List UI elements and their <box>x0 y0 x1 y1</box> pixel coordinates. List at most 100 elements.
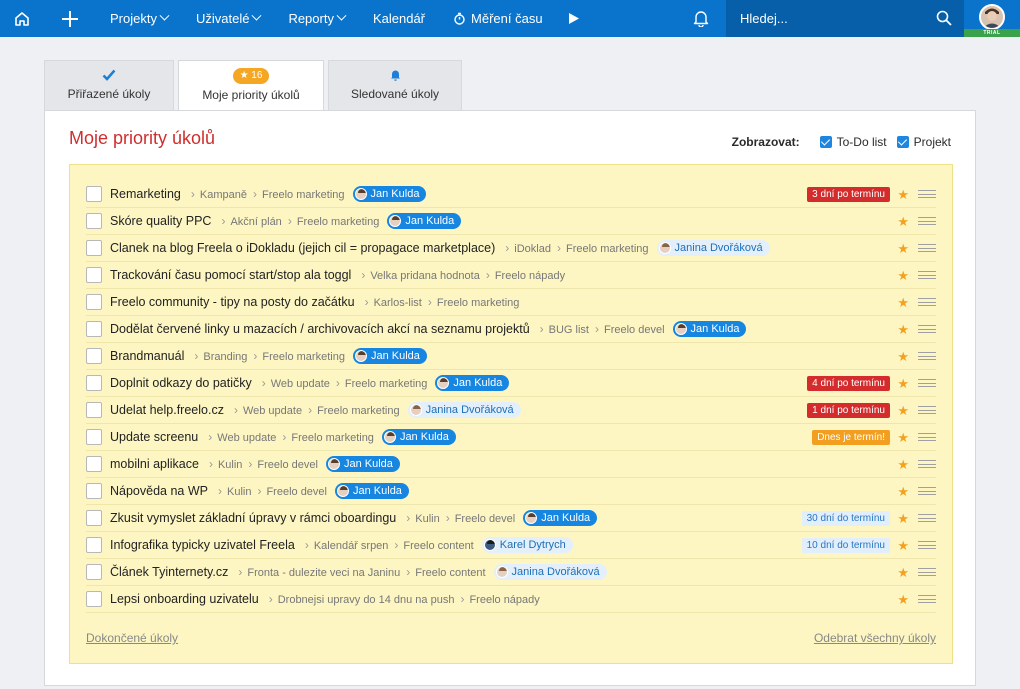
task-name-link[interactable]: Clanek na blog Freela o iDokladu (jejich… <box>110 241 495 255</box>
assignee-badge[interactable]: Janina Dvořáková <box>493 564 607 580</box>
task-name-link[interactable]: Brandmanuál <box>110 349 184 363</box>
task-list-link[interactable]: Web update <box>262 376 330 390</box>
task-list-link[interactable]: Akční plán <box>221 214 281 228</box>
task-row[interactable]: Freelo community - tipy na posty do začá… <box>86 289 936 316</box>
task-name-link[interactable]: Trackování času pomocí start/stop ala to… <box>110 268 351 282</box>
task-name-link[interactable]: mobilni aplikace <box>110 457 199 471</box>
task-row[interactable]: Nápověda na WP Kulin Freelo devel Jan Kulda… <box>86 478 936 505</box>
task-name-link[interactable]: Zkusit vymyslet základní úpravy v rámci … <box>110 511 396 525</box>
task-project-link[interactable]: Freelo nápady <box>460 592 539 606</box>
priority-star-icon[interactable]: ★ <box>897 377 909 390</box>
task-list-link[interactable]: Web update <box>208 430 276 444</box>
task-row[interactable]: Trackování času pomocí start/stop ala to… <box>86 262 936 289</box>
task-list-link[interactable]: Kulin <box>406 511 439 525</box>
home-icon[interactable] <box>0 0 44 37</box>
drag-handle-icon[interactable] <box>918 541 936 549</box>
task-complete-checkbox[interactable] <box>86 510 102 526</box>
task-row[interactable]: Update screenu Web update Freelo marketing… <box>86 424 936 451</box>
task-row[interactable]: Lepsi onboarding uzivatelu Drobnejsi upra… <box>86 586 936 613</box>
task-list-link[interactable]: Fronta - dulezite veci na Janinu <box>238 565 400 579</box>
task-complete-checkbox[interactable] <box>86 375 102 391</box>
task-project-link[interactable]: Freelo devel <box>257 484 327 498</box>
assignee-badge[interactable]: Karel Dytrych <box>481 537 573 553</box>
task-complete-checkbox[interactable] <box>86 213 102 229</box>
task-row[interactable]: Dodělat červené linky u mazacích / archi… <box>86 316 936 343</box>
task-project-link[interactable]: Freelo marketing <box>308 403 400 417</box>
task-complete-checkbox[interactable] <box>86 186 102 202</box>
task-complete-checkbox[interactable] <box>86 537 102 553</box>
task-name-link[interactable]: Infografika typicky uzivatel Freela <box>110 538 295 552</box>
task-row[interactable]: Infografika typicky uzivatel Freela Kalen… <box>86 532 936 559</box>
task-list-link[interactable]: Web update <box>234 403 302 417</box>
task-name-link[interactable]: Nápověda na WP <box>110 484 208 498</box>
task-name-link[interactable]: Článek Tyinternety.cz <box>110 565 228 579</box>
task-list-link[interactable]: Branding <box>194 349 247 363</box>
checkbox-checked-icon[interactable] <box>819 136 832 148</box>
tab-watched-tasks[interactable]: Sledované úkoly <box>328 60 462 110</box>
task-list-link[interactable]: iDoklad <box>505 241 551 255</box>
drag-handle-icon[interactable] <box>918 325 936 333</box>
assignee-badge[interactable]: Jan Kulda <box>387 213 462 229</box>
assignee-badge[interactable]: Jan Kulda <box>672 321 747 337</box>
task-list-link[interactable]: BUG list <box>540 322 589 336</box>
task-list-link[interactable]: Velka pridana hodnota <box>361 268 479 282</box>
task-row[interactable]: Brandmanuál Branding Freelo marketing Jan K… <box>86 343 936 370</box>
bell-icon[interactable] <box>676 0 726 37</box>
task-row[interactable]: Zkusit vymyslet základní úpravy v rámci … <box>86 505 936 532</box>
show-todo-checkbox[interactable]: To-Do list <box>819 135 887 149</box>
priority-star-icon[interactable]: ★ <box>897 458 909 471</box>
show-project-checkbox[interactable]: Projekt <box>896 135 951 149</box>
drag-handle-icon[interactable] <box>918 406 936 414</box>
task-list-link[interactable]: Drobnejsi upravy do 14 dnu na push <box>269 592 455 606</box>
priority-star-icon[interactable]: ★ <box>897 404 909 417</box>
task-project-link[interactable]: Freelo content <box>394 538 473 552</box>
task-list-link[interactable]: Kulin <box>218 484 251 498</box>
task-project-link[interactable]: Freelo devel <box>595 322 665 336</box>
tab-my-priorities[interactable]: ★ 16 Moje priority úkolů <box>178 60 324 111</box>
task-complete-checkbox[interactable] <box>86 591 102 607</box>
task-project-link[interactable]: Freelo marketing <box>336 376 428 390</box>
assignee-badge[interactable]: Jan Kulda <box>381 429 456 445</box>
search-input[interactable] <box>740 11 920 26</box>
task-list-link[interactable]: Karlos-list <box>365 295 422 309</box>
task-complete-checkbox[interactable] <box>86 321 102 337</box>
nav-projects[interactable]: Projekty <box>96 0 182 37</box>
drag-handle-icon[interactable] <box>918 460 936 468</box>
priority-star-icon[interactable]: ★ <box>897 242 909 255</box>
priority-star-icon[interactable]: ★ <box>897 512 909 525</box>
assignee-badge[interactable]: Jan Kulda <box>352 348 427 364</box>
task-complete-checkbox[interactable] <box>86 402 102 418</box>
drag-handle-icon[interactable] <box>918 190 936 198</box>
drag-handle-icon[interactable] <box>918 298 936 306</box>
nav-reports[interactable]: Reporty <box>274 0 359 37</box>
task-project-link[interactable]: Freelo devel <box>248 457 318 471</box>
priority-star-icon[interactable]: ★ <box>897 323 909 336</box>
remove-all-tasks-link[interactable]: Odebrat všechny úkoly <box>814 631 936 645</box>
assignee-badge[interactable]: Jan Kulda <box>335 483 409 499</box>
drag-handle-icon[interactable] <box>918 244 936 252</box>
task-name-link[interactable]: Freelo community - tipy na posty do začá… <box>110 295 355 309</box>
priority-star-icon[interactable]: ★ <box>897 269 909 282</box>
task-complete-checkbox[interactable] <box>86 240 102 256</box>
assignee-badge[interactable]: Janina Dvořáková <box>656 240 770 256</box>
task-complete-checkbox[interactable] <box>86 483 102 499</box>
task-project-link[interactable]: Freelo nápady <box>486 268 565 282</box>
assignee-badge[interactable]: Jan Kulda <box>435 375 510 391</box>
assignee-badge[interactable]: Janina Dvořáková <box>407 402 521 418</box>
task-complete-checkbox[interactable] <box>86 348 102 364</box>
task-project-link[interactable]: Freelo content <box>406 565 485 579</box>
drag-handle-icon[interactable] <box>918 595 936 603</box>
search-icon[interactable] <box>936 10 952 26</box>
task-row[interactable]: Udelat help.freelo.cz Web update Freelo ma… <box>86 397 936 424</box>
task-row[interactable]: mobilni aplikace Kulin Freelo devel Jan Kul… <box>86 451 936 478</box>
drag-handle-icon[interactable] <box>918 271 936 279</box>
completed-tasks-link[interactable]: Dokončené úkoly <box>86 631 178 645</box>
assignee-badge[interactable]: Jan Kulda <box>325 456 400 472</box>
task-name-link[interactable]: Skóre quality PPC <box>110 214 211 228</box>
task-row[interactable]: Doplnit odkazy do patičky Web update Freel… <box>86 370 936 397</box>
play-icon[interactable] <box>557 0 591 37</box>
task-name-link[interactable]: Dodělat červené linky u mazacích / archi… <box>110 322 530 336</box>
task-row[interactable]: Remarketing Kampaně Freelo marketing Jan Ku… <box>86 181 936 208</box>
drag-handle-icon[interactable] <box>918 514 936 522</box>
drag-handle-icon[interactable] <box>918 568 936 576</box>
